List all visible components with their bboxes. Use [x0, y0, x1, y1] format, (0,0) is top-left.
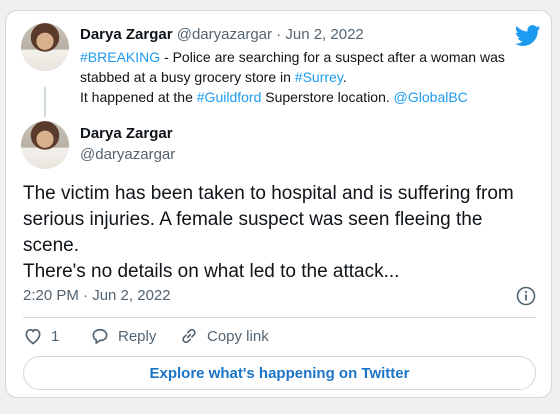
reply-icon: [92, 328, 108, 345]
tweet-text-line1: The victim has been taken to hospital an…: [23, 183, 514, 256]
link-icon: [182, 328, 196, 344]
reply-label: Reply: [118, 327, 157, 345]
quoted-text-end: .: [342, 69, 347, 85]
author-handle[interactable]: @daryazargar: [80, 146, 175, 163]
copy-link-label: Copy link: [207, 327, 269, 345]
avatar[interactable]: [21, 121, 69, 169]
tweet-card: Darya Zargar @daryazargar · Jun 2, 2022 …: [5, 10, 552, 398]
divider: [23, 317, 536, 318]
tweet-text: The victim has been taken to hospital an…: [23, 181, 538, 285]
quoted-date[interactable]: Jun 2, 2022: [285, 26, 363, 43]
twitter-icon[interactable]: [515, 25, 541, 47]
quoted-author-handle[interactable]: @daryazargar: [177, 26, 272, 43]
copy-link-button[interactable]: Copy link: [179, 326, 269, 346]
hashtag-surrey[interactable]: #Surrey: [295, 69, 343, 85]
avatar[interactable]: [21, 23, 69, 71]
mention-globalbc[interactable]: @GlobalBC: [394, 89, 468, 105]
explore-twitter-button[interactable]: Explore what's happening on Twitter: [23, 356, 536, 390]
heart-icon: [25, 328, 41, 345]
info-icon[interactable]: [516, 286, 536, 306]
quoted-text-line2: It happened at the: [80, 89, 197, 105]
quoted-author-name[interactable]: Darya Zargar: [80, 26, 173, 43]
quoted-tweet-text: #BREAKING - Police are searching for a s…: [80, 47, 540, 107]
like-count: 1: [51, 327, 60, 345]
author-name[interactable]: Darya Zargar: [80, 125, 173, 142]
hashtag-guildford[interactable]: #Guildford: [197, 89, 262, 105]
thread-line: [44, 87, 46, 117]
separator: ·: [276, 26, 282, 43]
tweet-timestamp[interactable]: 2:20 PM · Jun 2, 2022: [23, 287, 171, 304]
reply-button[interactable]: Reply: [90, 326, 156, 346]
quoted-tweet-header: Darya Zargar @daryazargar · Jun 2, 2022: [80, 26, 364, 43]
like-button[interactable]: 1: [23, 326, 59, 346]
hashtag-breaking[interactable]: #BREAKING: [80, 49, 160, 65]
tweet-text-line2: There's no details on what led to the at…: [23, 261, 400, 282]
quoted-text-line2b: Superstore location.: [261, 89, 394, 105]
